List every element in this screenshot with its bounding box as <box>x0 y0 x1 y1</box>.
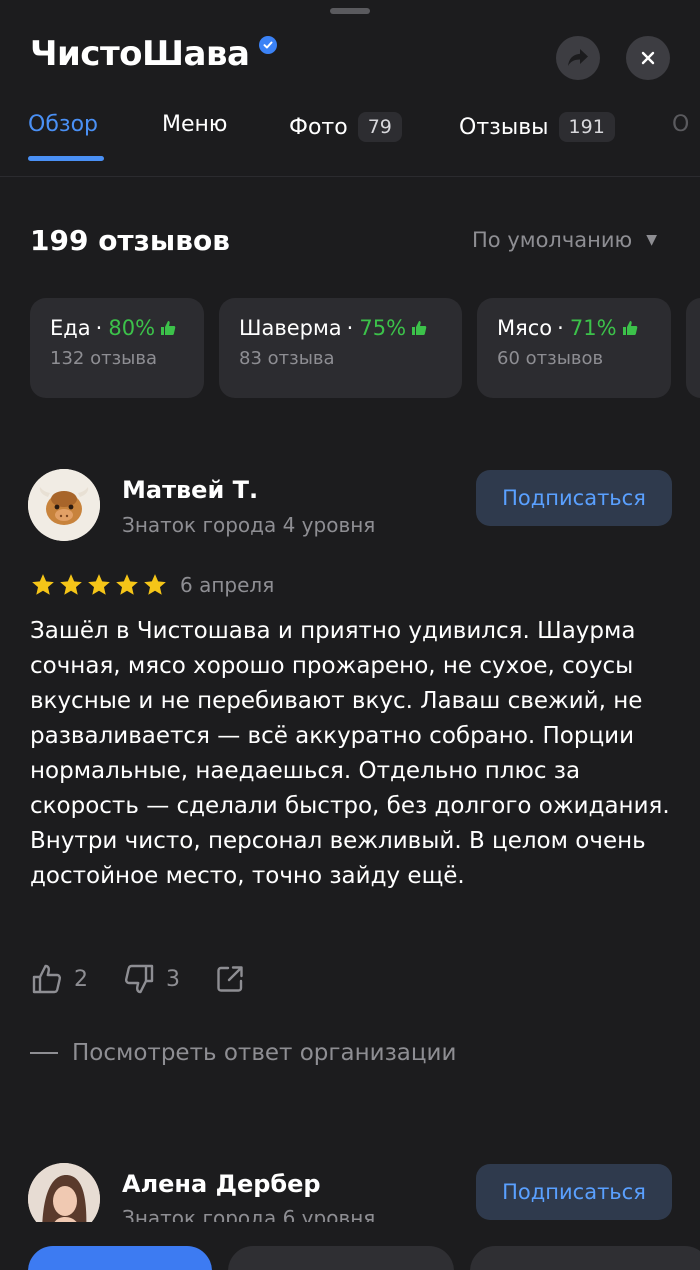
share-external-icon <box>217 966 243 992</box>
aspect-separator: · <box>346 316 354 340</box>
tab-overview[interactable]: Обзор <box>28 112 98 137</box>
view-org-reply-link[interactable]: Посмотреть ответ организации <box>30 1040 456 1066</box>
aspect-title: Шаверма · 75% <box>239 316 442 340</box>
thumb-down-outline-icon <box>124 964 154 994</box>
aspect-title: Мясо · 71% <box>497 316 651 340</box>
org-reply-label: Посмотреть ответ организации <box>72 1040 457 1066</box>
star-icon <box>60 574 82 595</box>
review-date: 6 апреля <box>180 573 275 597</box>
tab-photos[interactable]: Фото 79 <box>289 112 402 142</box>
bottom-action-bar <box>0 1222 700 1270</box>
tab-reviews[interactable]: Отзывы 191 <box>459 112 615 142</box>
tab-about[interactable]: О <box>672 112 689 137</box>
star-icon <box>88 574 110 595</box>
reply-dash <box>30 1052 58 1054</box>
review-actions: 2 3 <box>30 962 280 996</box>
verified-badge-icon <box>259 36 278 54</box>
thumb-up-outline-icon <box>32 964 62 994</box>
subscribe-button[interactable]: Подписаться <box>476 1164 672 1220</box>
thumb-up-icon <box>412 321 427 335</box>
review-author-name[interactable]: Алена Дербер <box>122 1170 321 1198</box>
bull-avatar-icon <box>28 469 100 541</box>
aspect-chip-partial[interactable] <box>686 298 700 398</box>
aspect-name: Еда <box>50 316 91 340</box>
close-icon <box>641 51 655 65</box>
sheet-grabber-handle[interactable] <box>330 8 370 14</box>
review-author-level: Знаток города 4 уровня <box>122 513 376 537</box>
avatar[interactable] <box>28 469 100 541</box>
tab-label: Отзывы <box>459 114 549 140</box>
aspect-percent: 80% <box>108 316 156 340</box>
aspect-chip-shawarma[interactable]: Шаверма · 75% 83 отзыва <box>219 298 462 398</box>
aspect-title: Еда · 80% <box>50 316 184 340</box>
star-icon <box>144 574 166 595</box>
tab-menu[interactable]: Меню <box>162 112 227 137</box>
subscribe-button[interactable]: Подписаться <box>476 470 672 526</box>
aspect-separator: · <box>95 316 103 340</box>
aspect-chip-meat[interactable]: Мясо · 71% 60 отзывов <box>477 298 671 398</box>
tab-label: Обзор <box>28 112 99 137</box>
share-arrow-icon <box>568 49 588 66</box>
like-count: 2 <box>74 966 88 992</box>
dislike-button[interactable]: 3 <box>122 962 180 996</box>
aspect-percent: 75% <box>359 316 407 340</box>
star-icon <box>32 574 54 595</box>
sort-label: По умолчанию <box>472 228 633 252</box>
review-author-name[interactable]: Матвей Т. <box>122 476 258 504</box>
aspect-percent: 71% <box>569 316 617 340</box>
thumb-up-icon <box>622 321 637 335</box>
thumb-up-icon <box>161 321 176 335</box>
close-button[interactable] <box>626 36 670 80</box>
tab-label: О <box>672 112 690 137</box>
active-tab-indicator <box>28 156 104 161</box>
aspect-count: 83 отзыва <box>239 348 335 369</box>
tab-label: Фото <box>289 114 348 140</box>
tab-label: Меню <box>162 112 228 137</box>
star-icon <box>116 574 138 595</box>
caret-down-icon: ▼ <box>646 232 657 248</box>
aspect-count: 132 отзыва <box>50 348 157 369</box>
review-text: Зашёл в Чистошава и приятно удивился. Ша… <box>30 618 670 889</box>
primary-action-button[interactable] <box>28 1246 212 1270</box>
place-card-sheet: ЧистоШава Обзор Меню Фото 79 Отзывы 191 … <box>0 0 700 1270</box>
tab-count-badge: 191 <box>558 112 615 142</box>
place-title: ЧистоШава <box>30 34 278 74</box>
dislike-count: 3 <box>166 966 180 992</box>
share-review-button[interactable] <box>214 963 246 995</box>
aspect-name: Шаверма <box>239 316 342 340</box>
rating-stars: 6 апреля <box>30 572 274 598</box>
share-button[interactable] <box>556 36 600 80</box>
aspect-chip-food[interactable]: Еда · 80% 132 отзыва <box>30 298 204 398</box>
secondary-action-button[interactable] <box>228 1246 454 1270</box>
tab-bar: Обзор Меню Фото 79 Отзывы 191 О <box>0 100 700 177</box>
like-button[interactable]: 2 <box>30 962 88 996</box>
tab-count-badge: 79 <box>357 112 402 142</box>
aspect-separator: · <box>557 316 564 340</box>
place-name: ЧистоШава <box>30 34 250 74</box>
aspect-name: Мясо <box>497 316 553 340</box>
sort-dropdown[interactable]: По умолчанию ▼ <box>472 228 657 252</box>
reviews-count-heading: 199 отзывов <box>30 224 230 257</box>
aspect-count: 60 отзывов <box>497 348 604 369</box>
tertiary-action-button[interactable] <box>470 1246 700 1270</box>
